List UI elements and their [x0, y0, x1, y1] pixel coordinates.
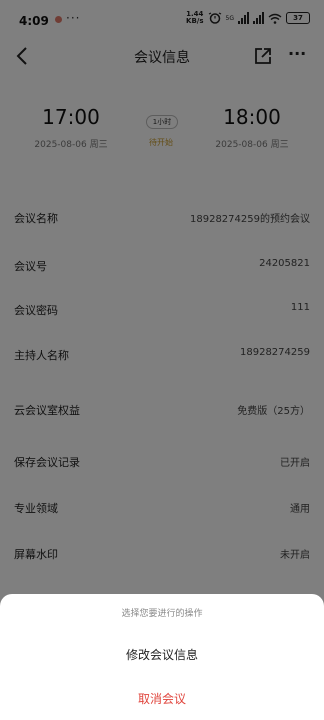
- edit-meeting-button[interactable]: 修改会议信息: [0, 646, 324, 663]
- action-sheet-title: 选择您要进行的操作: [121, 609, 203, 619]
- action-sheet: 选择您要进行的操作 修改会议信息 取消会议: [0, 594, 324, 720]
- cancel-meeting-button[interactable]: 取消会议: [0, 690, 324, 707]
